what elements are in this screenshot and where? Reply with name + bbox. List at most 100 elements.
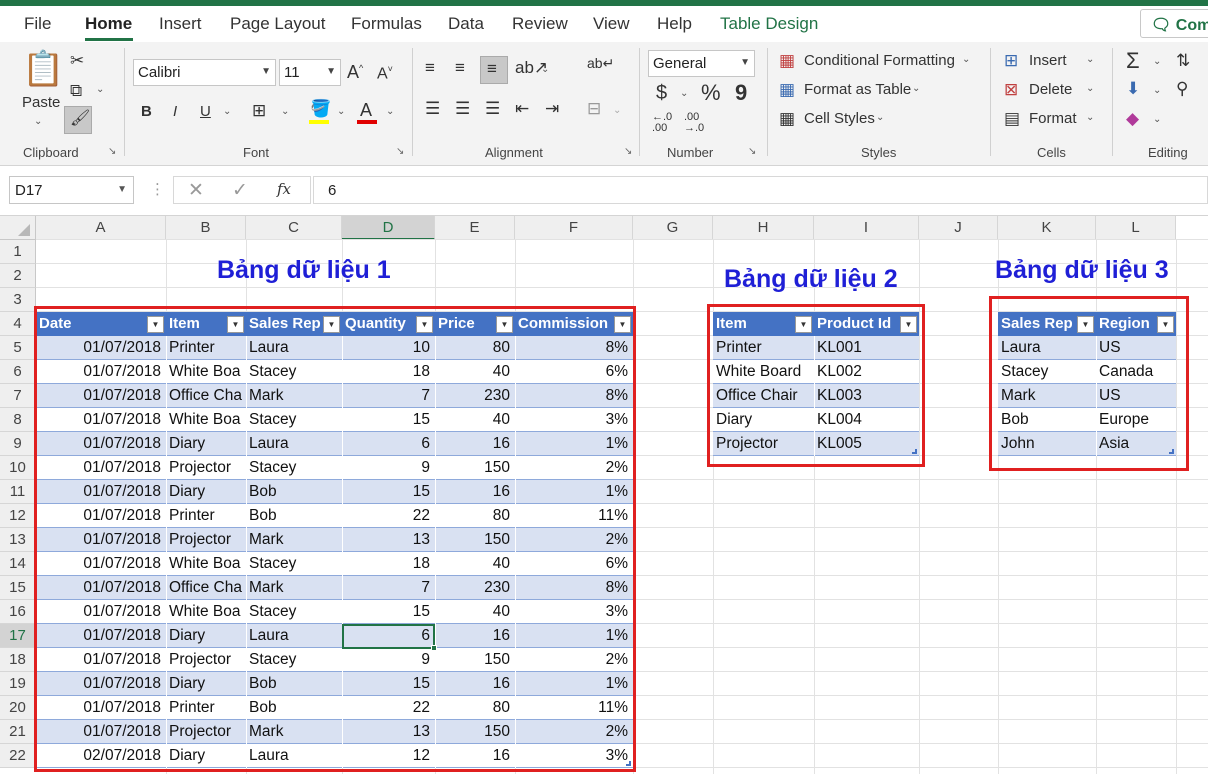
decrease-indent-icon[interactable]: ⇤ xyxy=(515,100,529,117)
row-header-19[interactable]: 19 xyxy=(0,672,36,696)
row-header-5[interactable]: 5 xyxy=(0,336,36,360)
font-launcher-icon[interactable]: ↘ xyxy=(396,146,404,157)
clear-icon[interactable]: ◆ xyxy=(1126,110,1139,127)
sort-filter-icon[interactable]: ⇅ xyxy=(1176,52,1190,69)
row-header-21[interactable]: 21 xyxy=(0,720,36,744)
currency-icon[interactable]: $ xyxy=(656,82,667,105)
row-header-2[interactable]: 2 xyxy=(0,264,36,288)
row-header-12[interactable]: 12 xyxy=(0,504,36,528)
row-header-16[interactable]: 16 xyxy=(0,600,36,624)
row-header-4[interactable]: 4 xyxy=(0,312,36,336)
cut-icon[interactable]: ✂ xyxy=(70,52,84,69)
formula-input[interactable]: 6 xyxy=(313,176,1208,204)
row-header-6[interactable]: 6 xyxy=(0,360,36,384)
number-launcher-icon[interactable]: ↘ xyxy=(748,146,756,157)
font-color-dropdown-icon[interactable]: ⌄ xyxy=(386,106,394,117)
orientation-dropdown-icon[interactable]: ⌄ xyxy=(541,64,549,75)
row-header-9[interactable]: 9 xyxy=(0,432,36,456)
row-header-1[interactable]: 1 xyxy=(0,240,36,264)
row-header-20[interactable]: 20 xyxy=(0,696,36,720)
tab-file[interactable]: File xyxy=(24,14,51,34)
column-header-i[interactable]: I xyxy=(814,216,919,240)
column-header-b[interactable]: B xyxy=(166,216,246,240)
tab-home[interactable]: Home xyxy=(85,14,132,34)
format-painter-button[interactable]: 🖌 xyxy=(64,106,92,134)
row-header-11[interactable]: 11 xyxy=(0,480,36,504)
merge-dropdown-icon[interactable]: ⌄ xyxy=(613,105,621,116)
name-box[interactable]: D17 ▼ xyxy=(9,176,134,204)
row-header-8[interactable]: 8 xyxy=(0,408,36,432)
borders-icon[interactable]: ⊞ xyxy=(252,102,266,119)
cancel-icon[interactable]: ✕ xyxy=(188,179,204,202)
tab-view[interactable]: View xyxy=(593,14,630,34)
row-header-14[interactable]: 14 xyxy=(0,552,36,576)
decrease-decimal-icon[interactable]: .00 →.0 xyxy=(684,112,704,134)
increase-indent-icon[interactable]: ⇥ xyxy=(545,100,559,117)
row-header-7[interactable]: 7 xyxy=(0,384,36,408)
fill-icon[interactable]: ⬇ xyxy=(1126,80,1140,97)
increase-decimal-icon[interactable]: ←.0.00 xyxy=(652,112,672,134)
row-header-10[interactable]: 10 xyxy=(0,456,36,480)
tab-insert[interactable]: Insert xyxy=(159,14,202,34)
decrease-font-icon[interactable]: A˅ xyxy=(377,64,393,83)
paste-icon[interactable]: 📋 xyxy=(22,52,64,86)
column-header-g[interactable]: G xyxy=(633,216,713,240)
currency-dropdown-icon[interactable]: ⌄ xyxy=(680,88,688,99)
column-header-d[interactable]: D xyxy=(342,216,435,240)
underline-dropdown-icon[interactable]: ⌄ xyxy=(223,106,231,117)
paste-label[interactable]: Paste xyxy=(22,94,60,111)
column-header-f[interactable]: F xyxy=(515,216,633,240)
fill-color-dropdown-icon[interactable]: ⌄ xyxy=(337,106,345,117)
clipboard-launcher-icon[interactable]: ↘ xyxy=(108,146,116,157)
row-header-3[interactable]: 3 xyxy=(0,288,36,312)
tab-table-design[interactable]: Table Design xyxy=(720,14,818,34)
column-header-e[interactable]: E xyxy=(435,216,515,240)
find-select-icon[interactable]: ⚲ xyxy=(1176,80,1188,97)
tab-help[interactable]: Help xyxy=(657,14,692,34)
column-header-a[interactable]: A xyxy=(36,216,166,240)
column-header-h[interactable]: H xyxy=(713,216,814,240)
tab-page-layout[interactable]: Page Layout xyxy=(230,14,325,34)
insert-function-icon[interactable]: fx xyxy=(277,180,291,198)
select-all-corner[interactable] xyxy=(0,216,36,240)
fill-dropdown-icon[interactable]: ⌄ xyxy=(1153,85,1161,96)
percent-icon[interactable]: % xyxy=(701,80,721,106)
middle-align-icon[interactable]: ≡ xyxy=(455,59,465,76)
copy-icon[interactable]: ⧉ xyxy=(70,82,82,99)
alignment-launcher-icon[interactable]: ↘ xyxy=(624,146,632,157)
column-header-k[interactable]: K xyxy=(998,216,1096,240)
row-header-17[interactable]: 17 xyxy=(0,624,36,648)
row-header-13[interactable]: 13 xyxy=(0,528,36,552)
fill-color-icon[interactable]: 🪣 xyxy=(310,100,331,117)
column-header-l[interactable]: L xyxy=(1096,216,1176,240)
autosum-icon[interactable]: Σ xyxy=(1126,48,1140,74)
top-align-icon[interactable]: ≡ xyxy=(425,59,435,76)
font-size-select[interactable]: 11 ▼ xyxy=(279,59,341,86)
bottom-align-button[interactable]: ≡ xyxy=(480,56,508,84)
clear-dropdown-icon[interactable]: ⌄ xyxy=(1153,114,1161,125)
font-color-icon[interactable]: A xyxy=(360,100,372,121)
enter-icon[interactable]: ✓ xyxy=(232,179,248,202)
bold-icon[interactable]: B xyxy=(141,103,152,120)
paste-dropdown-icon[interactable]: ⌄ xyxy=(34,116,42,127)
row-header-22[interactable]: 22 xyxy=(0,744,36,768)
comments-button[interactable]: 🗨 Comm xyxy=(1140,9,1208,38)
column-header-j[interactable]: J xyxy=(919,216,998,240)
underline-icon[interactable]: U xyxy=(200,103,211,120)
merge-center-icon[interactable]: ⊟ xyxy=(587,100,601,117)
autosum-dropdown-icon[interactable]: ⌄ xyxy=(1153,56,1161,67)
increase-font-icon[interactable]: A^ xyxy=(347,62,363,83)
align-center-icon[interactable]: ☰ xyxy=(455,100,470,117)
row-header-18[interactable]: 18 xyxy=(0,648,36,672)
italic-icon[interactable]: I xyxy=(173,103,177,120)
tab-formulas[interactable]: Formulas xyxy=(351,14,422,34)
column-header-c[interactable]: C xyxy=(246,216,342,240)
align-left-icon[interactable]: ☰ xyxy=(425,100,440,117)
comma-style-icon[interactable]: 9 xyxy=(735,80,747,106)
align-right-icon[interactable]: ☰ xyxy=(485,100,500,117)
row-header-15[interactable]: 15 xyxy=(0,576,36,600)
wrap-text-icon[interactable]: ab↵ xyxy=(587,56,614,70)
number-format-select[interactable]: General ▼ xyxy=(648,50,755,77)
tab-review[interactable]: Review xyxy=(512,14,568,34)
borders-dropdown-icon[interactable]: ⌄ xyxy=(281,106,289,117)
